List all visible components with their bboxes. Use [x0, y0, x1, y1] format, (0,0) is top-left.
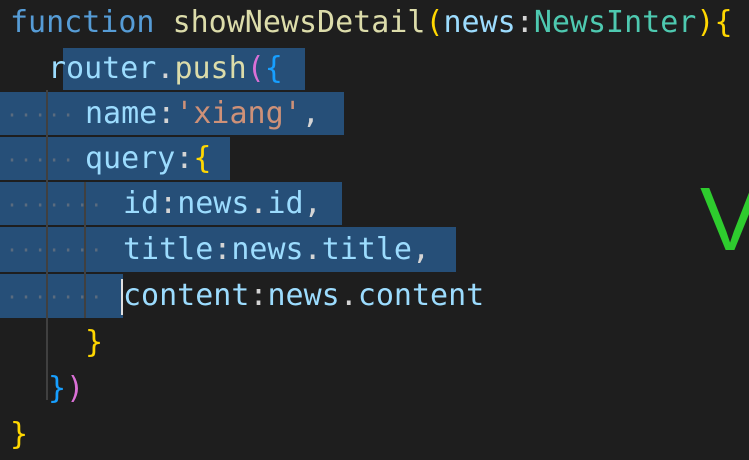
query-key: query: [85, 141, 176, 176]
content-dot: .: [339, 278, 358, 313]
code-line-3[interactable]: name:'xiang',: [85, 91, 320, 137]
code-line-6[interactable]: title:news.title,: [123, 227, 430, 273]
param-colon: :: [515, 5, 534, 40]
partial-green-letter: V: [700, 170, 749, 270]
push-open-paren: (: [246, 51, 265, 86]
router-object: router: [48, 51, 157, 86]
name-key: name: [85, 96, 158, 131]
title-comma: ,: [412, 232, 431, 267]
keyword-function: function: [10, 5, 155, 40]
content-colon: :: [249, 278, 268, 313]
content-key: content: [123, 278, 250, 313]
code-line-8[interactable]: }: [85, 320, 103, 366]
whitespace-dots-line3: ·····: [6, 103, 77, 127]
function-open-brace: {: [714, 5, 733, 40]
title-news-object: news: [231, 232, 304, 267]
query-close-brace: }: [85, 325, 104, 360]
code-line-10[interactable]: }: [10, 412, 28, 458]
member-dot: .: [156, 51, 175, 86]
param-type: NewsInter: [533, 5, 697, 40]
name-comma: ,: [301, 96, 320, 131]
code-line-2[interactable]: router.push({: [48, 46, 283, 92]
param-name: news: [443, 5, 516, 40]
title-prop: title: [321, 232, 412, 267]
title-colon: :: [213, 232, 232, 267]
id-dot: .: [249, 186, 268, 221]
text-cursor: [121, 279, 123, 315]
push-method: push: [174, 51, 247, 86]
code-editor[interactable]: ····· ····· ······· ······· ······· func…: [0, 0, 749, 460]
query-open-brace: {: [193, 141, 212, 176]
id-prop: id: [267, 186, 304, 221]
push-close-paren: ): [66, 371, 85, 406]
id-comma: ,: [303, 186, 322, 221]
title-key: title: [123, 232, 214, 267]
whitespace-dots-line6: ·······: [6, 238, 105, 262]
whitespace-dots-line5: ·······: [6, 193, 105, 217]
code-line-5[interactable]: id:news.id,: [123, 181, 322, 227]
query-colon: :: [175, 141, 194, 176]
push-open-brace: {: [264, 51, 283, 86]
code-line-1[interactable]: function showNewsDetail(news:NewsInter){: [10, 0, 733, 46]
function-close-brace: }: [10, 417, 29, 452]
open-paren: (: [425, 5, 444, 40]
id-key: id: [123, 186, 160, 221]
whitespace-dots-line4: ·····: [6, 148, 77, 172]
close-paren: ): [696, 5, 715, 40]
code-line-7[interactable]: content:news.content: [123, 273, 484, 319]
function-name: showNewsDetail: [172, 5, 426, 40]
code-line-9[interactable]: }): [48, 366, 84, 412]
content-prop: content: [357, 278, 485, 313]
content-news-object: news: [267, 278, 340, 313]
name-value: 'xiang': [175, 96, 302, 131]
id-news-object: news: [177, 186, 250, 221]
title-dot: .: [303, 232, 322, 267]
whitespace-dots-line7: ·······: [6, 285, 105, 309]
name-colon: :: [157, 96, 176, 131]
code-line-4[interactable]: query:{: [85, 136, 211, 182]
push-close-brace: }: [48, 371, 67, 406]
id-colon: :: [159, 186, 178, 221]
